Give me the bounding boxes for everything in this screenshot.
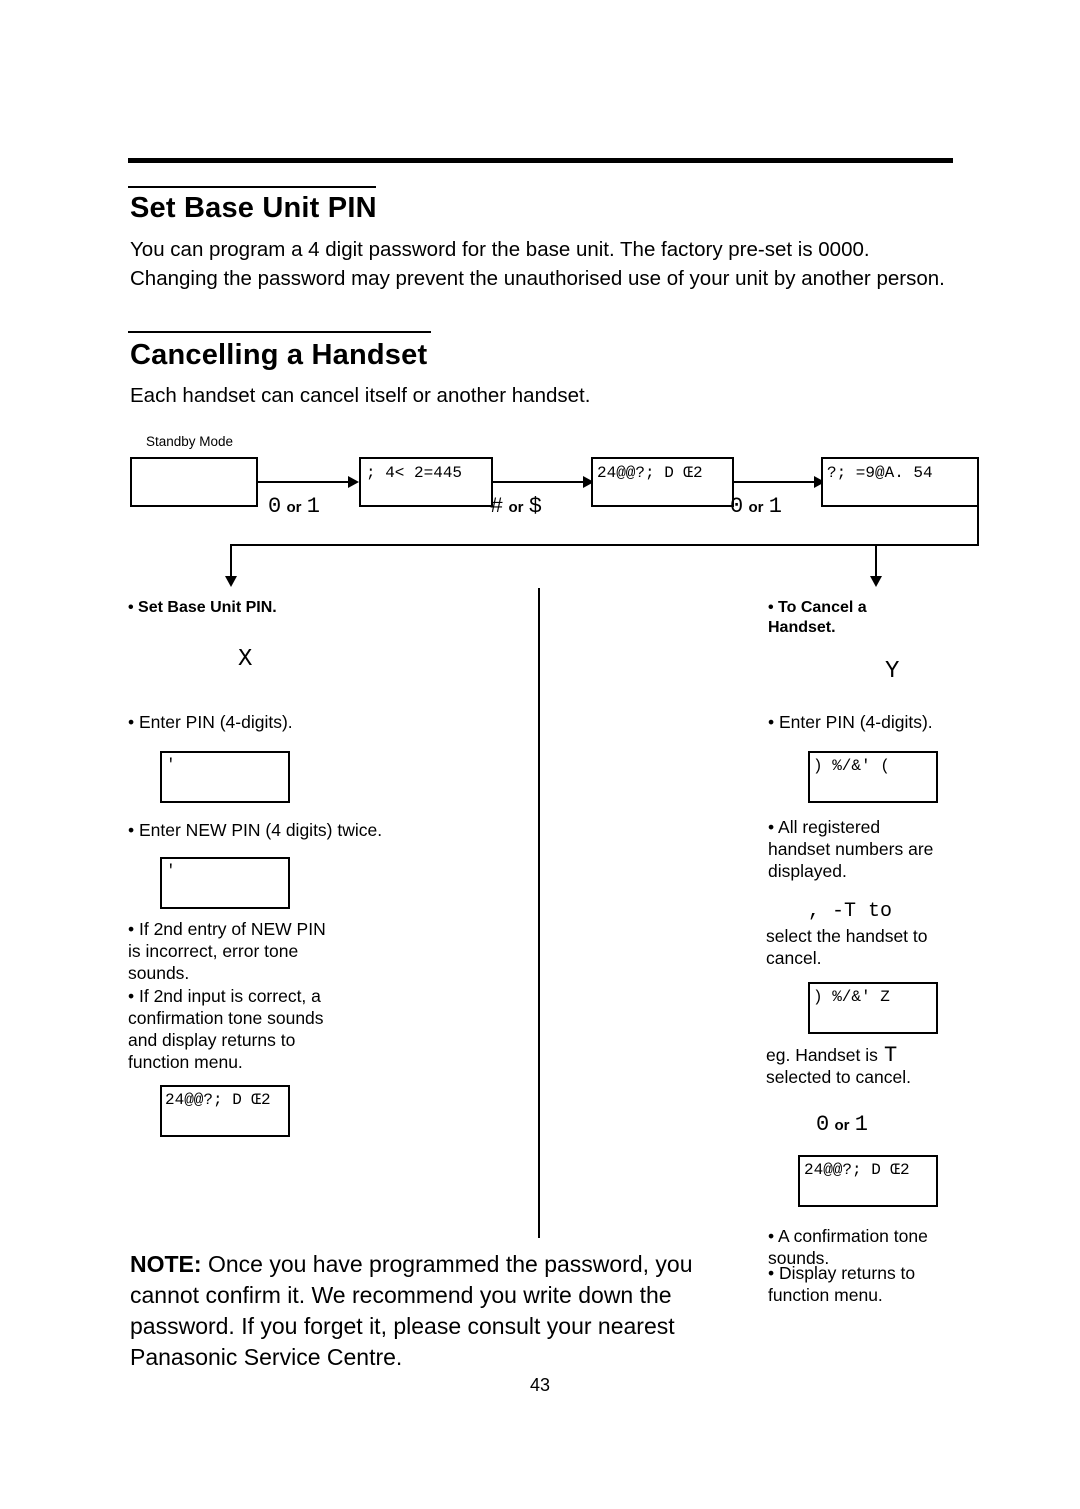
- confirm-key-row: 0 or 1: [816, 1112, 868, 1137]
- standby-screen: [130, 457, 258, 507]
- branch-line-horizontal: [230, 544, 979, 546]
- base-unit-screen-text: 24@@?; D Œ2: [597, 464, 703, 482]
- key-step-1: 0 or 1: [268, 494, 320, 519]
- top-rule: [128, 158, 953, 163]
- standby-mode-label: Standby Mode: [146, 434, 234, 449]
- key-step-3-glyph-right: 1: [768, 494, 782, 519]
- right-step-3: select the handset to cancel.: [766, 926, 928, 968]
- flow-line-3: [734, 481, 816, 483]
- enter-new-pin-screen: [160, 857, 290, 909]
- right-step-2: • All registered handset numbers are dis…: [768, 817, 934, 881]
- right-step-6: • Display returns to function menu.: [768, 1263, 916, 1305]
- left-branch-title: • Set Base Unit PIN.: [128, 599, 277, 616]
- select-keys-glyphs: , -T to: [808, 900, 893, 923]
- confirm-key-glyph-right: 1: [854, 1112, 868, 1137]
- key-step-2: # or $: [490, 494, 542, 519]
- key-step-1-glyph-left: 0: [268, 494, 282, 519]
- confirm-key-glyph-left: 0: [816, 1112, 830, 1137]
- column-divider: [538, 588, 540, 1238]
- flow-line-1: [258, 481, 350, 483]
- title-underline-2: [128, 331, 431, 333]
- branch-arrow-right: [870, 576, 882, 587]
- branch-line-down-left: [230, 544, 232, 579]
- right-step-1: • Enter PIN (4-digits).: [768, 712, 933, 732]
- confirm-key-or: or: [834, 1117, 850, 1134]
- key-step-3-glyph-left: 0: [730, 494, 744, 519]
- document-page: Set Base Unit PIN You can program a 4 di…: [0, 0, 1080, 1509]
- key-step-2-glyph-right: $: [528, 494, 542, 519]
- note-label: NOTE:: [130, 1251, 202, 1277]
- function-screen-text: ; 4< 2=445: [366, 464, 463, 482]
- key-step-2-glyph-left: #: [490, 494, 504, 519]
- key-step-3: 0 or 1: [730, 494, 782, 519]
- function-menu-screen-text: 24@@?; D Œ2: [165, 1091, 271, 1109]
- flow-line-2: [493, 481, 585, 483]
- function-menu-screen-right-text: 24@@?; D Œ2: [804, 1161, 910, 1179]
- left-step-2: • Enter NEW PIN (4 digits) twice.: [128, 820, 383, 840]
- flow-arrow-1: [348, 476, 359, 488]
- page-title-set-base-unit-pin: Set Base Unit PIN: [130, 192, 377, 224]
- title-underline-1: [128, 186, 376, 188]
- left-branch-glyph: X: [238, 646, 253, 673]
- enter-pin-screen: [160, 751, 290, 803]
- enter-pin-screen-text: ': [166, 756, 176, 774]
- branch-arrow-left: [225, 576, 237, 587]
- handset-list-screen-text: ) %/&' Z: [813, 988, 890, 1006]
- right-branch-glyph: Y: [885, 658, 900, 685]
- note-paragraph: NOTE: Once you have programmed the passw…: [130, 1249, 710, 1373]
- page-title-cancelling-a-handset: Cancelling a Handset: [130, 339, 428, 371]
- left-step-4: • If 2nd input is correct, a confirmatio…: [128, 986, 324, 1072]
- note-text: Once you have programmed the password, y…: [130, 1251, 693, 1370]
- right-branch-title: • To Cancel a Handset.: [768, 599, 867, 636]
- intro-paragraph-cancel: Each handset can cancel itself or anothe…: [130, 384, 591, 407]
- left-step-3: • If 2nd entry of NEW PIN is incorrect, …: [128, 919, 326, 983]
- branch-line-down-right: [977, 507, 979, 545]
- enter-pin-screen-right-text: ) %/&' (: [813, 757, 890, 775]
- enter-new-pin-screen-text: ': [166, 862, 176, 880]
- key-step-3-or: or: [748, 499, 764, 516]
- key-step-1-or: or: [286, 499, 302, 516]
- left-step-1: • Enter PIN (4-digits).: [128, 712, 293, 732]
- handset-example-glyph: T: [884, 1043, 898, 1068]
- key-step-2-or: or: [508, 499, 524, 516]
- key-step-1-glyph-right: 1: [306, 494, 320, 519]
- page-number: 43: [529, 1375, 551, 1395]
- intro-paragraph-pin: You can program a 4 digit password for t…: [130, 238, 945, 290]
- branch-line-down-mid: [875, 544, 877, 579]
- set-pin-screen-text: ?; =9@A. 54: [827, 464, 933, 482]
